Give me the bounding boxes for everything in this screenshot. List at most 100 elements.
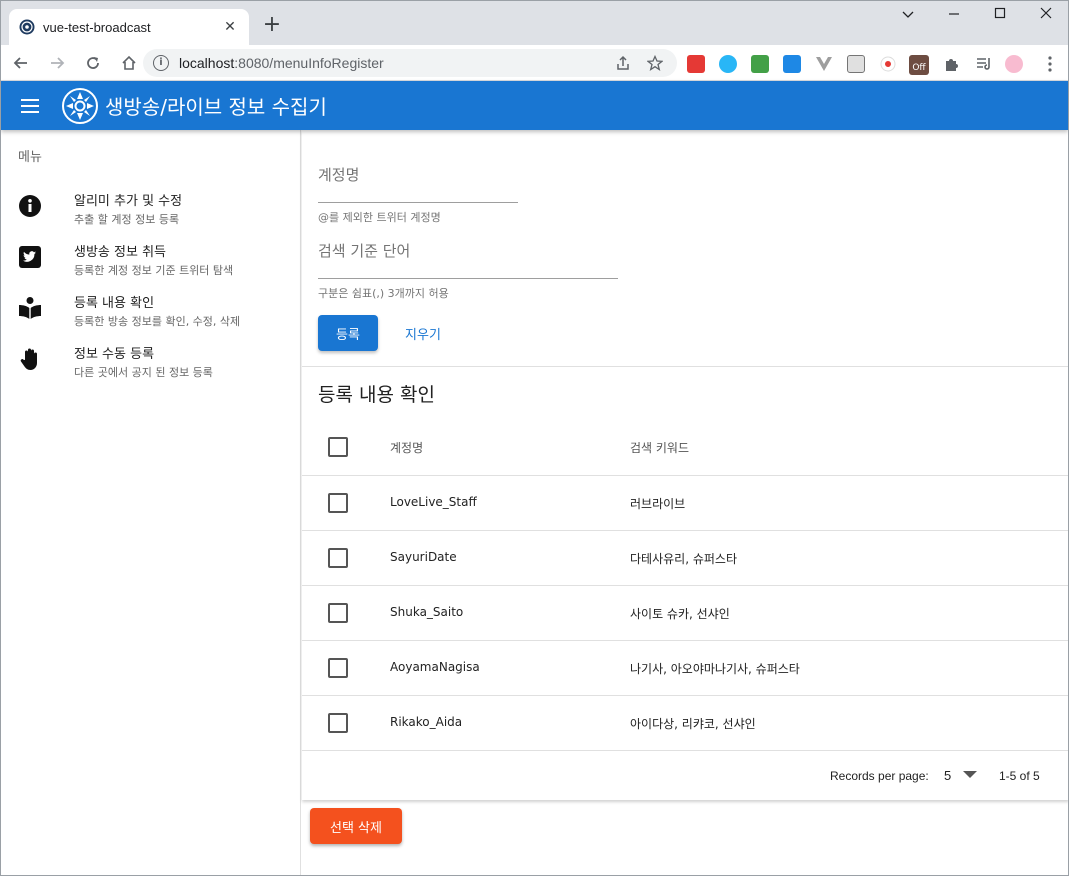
save-extension-icon[interactable] [847, 55, 865, 73]
keyword-hint: 구분은 쉼표(,) 3개까지 허용 [318, 287, 449, 300]
vue-devtools-icon[interactable] [815, 55, 833, 73]
row-checkbox[interactable] [328, 603, 348, 623]
maximize-button[interactable] [977, 7, 1023, 27]
account-input[interactable] [318, 180, 518, 200]
reload-button[interactable] [77, 49, 109, 77]
select-all-checkbox[interactable] [328, 437, 348, 457]
row-account: Rikako_Aida [390, 715, 463, 729]
puzzle-extensions-icon[interactable] [943, 55, 961, 73]
row-account: Shuka_Saito [390, 605, 464, 619]
row-account: SayuriDate [390, 550, 457, 564]
table-row[interactable]: Rikako_Aida 아이다상, 리캬코, 선샤인 [302, 696, 1068, 751]
site-info-icon[interactable]: i [153, 55, 169, 71]
row-checkbox[interactable] [328, 713, 348, 733]
sidebar-item-title: 등록 내용 확인 [74, 296, 155, 311]
profile-avatar[interactable] [1005, 55, 1023, 73]
sidebar: 메뉴 알리미 추가 및 수정 추출 할 계정 정보 등록 생방송 정보 취득 등… [1, 130, 301, 875]
keyword-field[interactable]: 검색 기준 단어 구분은 쉼표(,) 3개까지 허용 [318, 240, 618, 300]
vue-logo-icon [19, 19, 35, 35]
cloud-extension-icon[interactable] [719, 55, 737, 73]
sidebar-item-check-registered[interactable]: 등록 내용 확인 등록한 방송 정보를 확인, 수정, 삭제 [1, 288, 301, 336]
delete-selected-button[interactable]: 선택 삭제 [310, 808, 402, 844]
forward-button[interactable] [41, 49, 73, 77]
sidebar-item-subtitle: 다른 곳에서 공지 된 정보 등록 [74, 366, 213, 379]
record-extension-icon[interactable] [879, 55, 897, 73]
download-extension-icon[interactable] [783, 55, 801, 73]
keyword-input[interactable] [318, 256, 618, 276]
table-row[interactable]: LoveLive_Staff 러브라이브 [302, 476, 1068, 531]
header-account[interactable]: 계정명 [390, 439, 423, 456]
dropdown-caret-icon[interactable] [963, 771, 977, 778]
table-row[interactable]: Shuka_Saito 사이토 슈카, 선샤인 [302, 586, 1068, 641]
hand-icon [20, 348, 37, 370]
sidebar-item-title: 정보 수동 등록 [74, 347, 155, 362]
tab-close-icon[interactable]: ✕ [221, 19, 239, 35]
register-card: 계정명 @를 제외한 트위터 계정명 검색 기준 단어 구분은 쉼표(,) 3개… [302, 130, 1068, 800]
tab-title: vue-test-broadcast [43, 19, 151, 35]
row-keywords: 다테사유리, 슈퍼스타 [630, 552, 737, 566]
page-range: 1-5 of 5 [999, 769, 1040, 783]
records-per-page-select[interactable]: 5 [944, 768, 951, 783]
main-content: 계정명 @를 제외한 트위터 계정명 검색 기준 단어 구분은 쉼표(,) 3개… [302, 130, 1068, 875]
menu-hamburger-icon[interactable] [21, 98, 39, 113]
app-bar: 생방송/라이브 정보 수집기 [1, 81, 1068, 130]
row-checkbox[interactable] [328, 658, 348, 678]
row-keywords: 사이토 슈카, 선샤인 [630, 607, 730, 621]
section-title: 등록 내용 확인 [318, 384, 435, 406]
records-per-page-label: Records per page: [830, 769, 929, 783]
sidebar-item-subtitle: 추출 할 계정 정보 등록 [74, 213, 180, 226]
row-account: AoyamaNagisa [390, 660, 480, 674]
account-field[interactable]: 계정명 @를 제외한 트위터 계정명 [318, 164, 518, 224]
bookmark-star-icon[interactable] [647, 55, 663, 71]
section-divider [302, 366, 1068, 367]
url-text: localhost:8080/menuInfoRegister [179, 55, 384, 71]
sidebar-item-manual-register[interactable]: 정보 수동 등록 다른 곳에서 공지 된 정보 등록 [1, 339, 301, 387]
media-control-icon[interactable] [975, 55, 993, 73]
app-logo-icon [62, 87, 98, 124]
sidebar-item-add-notifier[interactable]: 알리미 추가 및 수정 추출 할 계정 정보 등록 [1, 186, 301, 234]
register-button[interactable]: 등록 [318, 315, 378, 351]
off-extension-icon[interactable]: Off [909, 55, 929, 75]
table-footer: Records per page: 5 1-5 of 5 [302, 750, 1068, 800]
browser-tab[interactable]: vue-test-broadcast ✕ [9, 9, 249, 45]
twitter-icon [19, 246, 41, 268]
sidebar-item-live-info[interactable]: 생방송 정보 취득 등록한 계정 정보 기준 트위터 탐색 [1, 237, 301, 285]
pdf-extension-icon[interactable] [687, 55, 705, 73]
table-row[interactable]: SayuriDate 다테사유리, 슈퍼스타 [302, 531, 1068, 586]
screen-extension-icon[interactable] [751, 55, 769, 73]
sidebar-header: 메뉴 [18, 150, 42, 165]
keyword-underline [318, 278, 618, 279]
row-checkbox[interactable] [328, 548, 348, 568]
row-keywords: 나기사, 아오야마나기사, 슈퍼스타 [630, 662, 800, 676]
more-menu-icon[interactable] [1041, 55, 1059, 73]
table-header-row: 계정명 검색 키워드 [302, 420, 1068, 476]
account-hint: @를 제외한 트위터 계정명 [318, 211, 441, 224]
sidebar-item-subtitle: 등록한 방송 정보를 확인, 수정, 삭제 [74, 315, 241, 328]
browser-window: vue-test-broadcast ✕ + i localhost:8080/… [0, 0, 1069, 876]
new-tab-button[interactable]: + [259, 13, 285, 39]
sidebar-item-subtitle: 등록한 계정 정보 기준 트위터 탐색 [74, 264, 234, 277]
row-account: LoveLive_Staff [390, 495, 477, 509]
close-window-button[interactable] [1023, 7, 1068, 27]
row-keywords: 러브라이브 [630, 497, 686, 511]
app-title: 생방송/라이브 정보 수집기 [105, 95, 327, 119]
row-checkbox[interactable] [328, 493, 348, 513]
header-keywords[interactable]: 검색 키워드 [630, 439, 689, 456]
address-bar[interactable]: i localhost:8080/menuInfoRegister [143, 49, 677, 77]
sidebar-item-title: 생방송 정보 취득 [74, 245, 166, 260]
chevron-down-icon[interactable] [885, 7, 931, 27]
sidebar-item-title: 알리미 추가 및 수정 [74, 194, 183, 209]
account-underline [318, 202, 518, 203]
home-button[interactable] [113, 49, 145, 77]
clear-button[interactable]: 지우기 [388, 315, 458, 351]
tab-strip: vue-test-broadcast ✕ + [1, 1, 1068, 45]
book-reader-icon [19, 297, 41, 319]
row-keywords: 아이다상, 리캬코, 선샤인 [630, 717, 756, 731]
back-button[interactable] [5, 49, 37, 77]
minimize-button[interactable] [931, 7, 977, 27]
registered-table: 계정명 검색 키워드 LoveLive_Staff 러브라이브 SayuriDa… [302, 420, 1068, 751]
table-row[interactable]: AoyamaNagisa 나기사, 아오야마나기사, 슈퍼스타 [302, 641, 1068, 696]
browser-toolbar: i localhost:8080/menuInfoRegister Off [1, 45, 1068, 81]
share-icon[interactable] [615, 55, 631, 71]
info-icon [19, 195, 41, 217]
